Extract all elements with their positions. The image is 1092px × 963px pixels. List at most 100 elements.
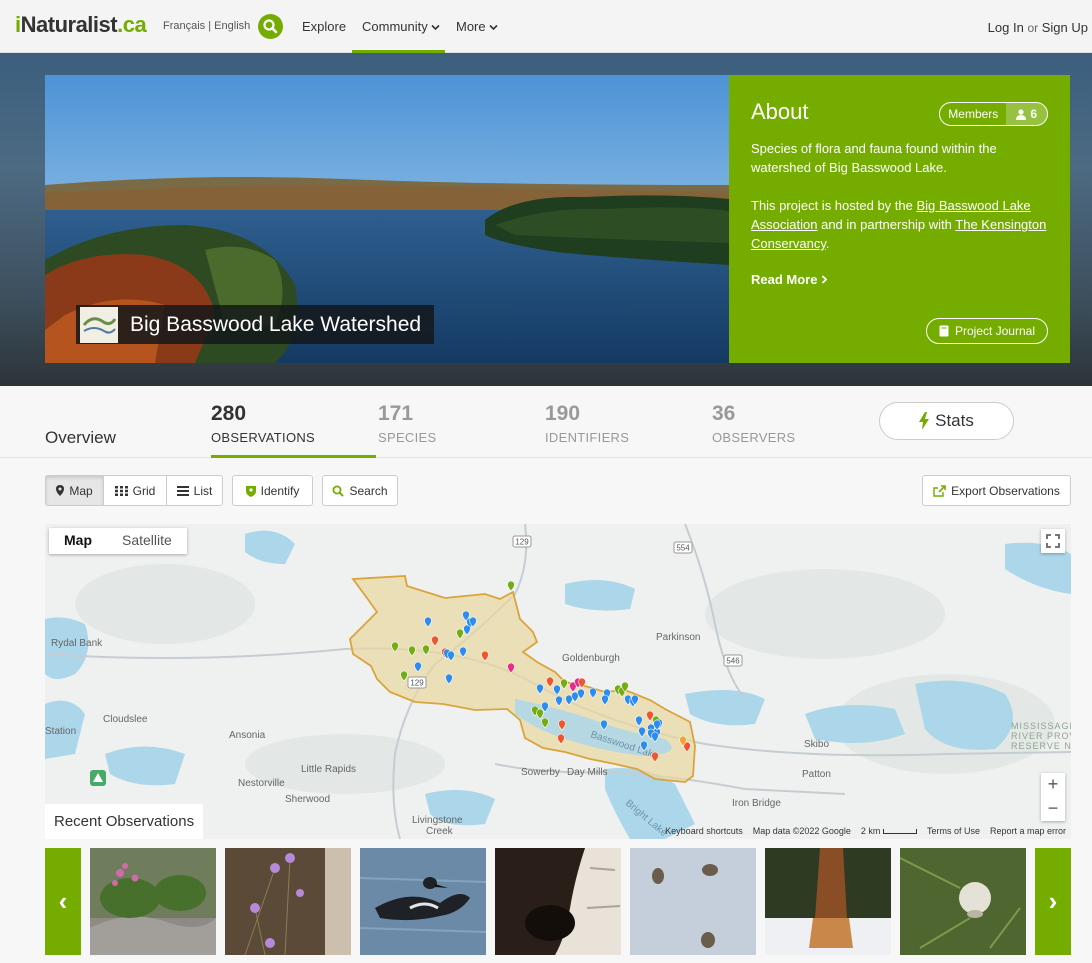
map-type-map[interactable]: Map	[49, 528, 107, 554]
signup-link[interactable]: Sign Up	[1042, 20, 1088, 35]
active-tab-indicator	[211, 455, 376, 458]
read-more-link[interactable]: Read More	[751, 272, 1048, 287]
provincial-park-icon	[90, 770, 106, 786]
tab-species[interactable]: 171 SPECIES	[378, 402, 436, 445]
observation-thumbnail[interactable]	[630, 848, 756, 955]
reserve-label-line3: RESERVE NO	[1011, 741, 1071, 751]
project-cover-image: Big Basswood Lake Watershed	[45, 75, 729, 363]
members-button[interactable]: Members 6	[939, 102, 1048, 126]
purple-flower-photo	[225, 848, 351, 955]
tab-identifiers[interactable]: 190 IDENTIFIERS	[545, 402, 629, 445]
identify-label: Identify	[260, 483, 300, 498]
export-observations-button[interactable]: Export Observations	[922, 475, 1071, 506]
map-attribution: Keyboard shortcuts Map data ©2022 Google…	[665, 826, 1066, 836]
keyboard-shortcuts-link[interactable]: Keyboard shortcuts	[665, 826, 743, 836]
nav-explore-link[interactable]: Explore	[302, 19, 346, 34]
map-canvas[interactable]: 129 554 546 129 Rydal Bank Station Cloud…	[45, 524, 1071, 839]
export-label: Export Observations	[951, 483, 1060, 498]
highway-554-label: 554	[676, 544, 690, 553]
auth-links: Log In or Sign Up	[988, 20, 1088, 35]
observers-count: 36	[712, 402, 736, 425]
reserve-label-line2: RIVER PROVINCIAL	[1011, 731, 1071, 741]
tab-overview[interactable]: Overview	[45, 428, 116, 448]
zoom-in-button[interactable]: +	[1041, 773, 1065, 797]
observation-thumbnail[interactable]	[225, 848, 351, 955]
place-nestorville: Nestorville	[238, 778, 285, 789]
place-day-mills: Day Mills	[567, 767, 608, 778]
observation-thumbnail[interactable]	[765, 848, 891, 955]
map-scale: 2 km	[861, 826, 917, 836]
species-label: SPECIES	[378, 430, 437, 445]
place-iron-bridge: Iron Bridge	[732, 798, 781, 809]
identifiers-count: 190	[545, 402, 581, 425]
chevron-right-icon	[821, 275, 828, 284]
species-count: 171	[378, 402, 414, 425]
observation-thumbnail[interactable]	[900, 848, 1026, 955]
map-type-satellite[interactable]: Satellite	[107, 528, 187, 554]
search-observations-button[interactable]: Search	[322, 475, 398, 506]
lang-french-link[interactable]: Français	[163, 20, 205, 32]
view-grid-button[interactable]: Grid	[103, 475, 167, 506]
nav-community-menu[interactable]: Community	[362, 19, 440, 34]
place-cloudslee: Cloudslee	[103, 714, 148, 725]
terms-of-use-link[interactable]: Terms of Use	[927, 826, 980, 836]
zoom-out-button[interactable]: −	[1041, 797, 1065, 821]
place-parkinson: Parkinson	[656, 632, 700, 643]
tab-observations[interactable]: 280 OBSERVATIONS	[211, 402, 315, 445]
or-text: or	[1027, 21, 1039, 35]
top-nav: iNaturalist.ca Français | English Explor…	[0, 0, 1092, 53]
place-patton: Patton	[802, 769, 831, 780]
fullscreen-icon	[1046, 534, 1060, 548]
fullscreen-button[interactable]	[1041, 529, 1065, 553]
tab-observers[interactable]: 36 OBSERVERS	[712, 402, 795, 445]
chevron-down-icon	[431, 24, 440, 31]
place-creek: Creek	[426, 826, 454, 837]
project-title: Big Basswood Lake Watershed	[130, 312, 422, 336]
carousel-prev-button[interactable]: ‹	[45, 848, 81, 955]
observers-label: OBSERVERS	[712, 430, 796, 445]
book-icon	[939, 325, 949, 337]
language-switcher: Français | English	[163, 20, 250, 32]
chevron-left-icon: ‹	[58, 886, 68, 916]
search-icon	[332, 485, 345, 497]
nav-more-menu[interactable]: More	[456, 19, 498, 34]
place-skibo: Skibo	[804, 739, 829, 750]
view-map-button[interactable]: Map	[45, 475, 104, 506]
place-sherwood: Sherwood	[285, 794, 330, 805]
stats-button[interactable]: Stats	[879, 402, 1014, 440]
map-data-credit: Map data ©2022 Google	[752, 826, 851, 836]
place-ansonia: Ansonia	[229, 730, 266, 741]
highway-129-label: 129	[515, 538, 529, 547]
place-sowerby: Sowerby	[521, 767, 560, 778]
report-map-error-link[interactable]: Report a map error	[990, 826, 1066, 836]
fireweed-photo	[90, 848, 216, 955]
observation-thumbnail[interactable]	[360, 848, 486, 955]
place-rydal-bank: Rydal Bank	[51, 638, 103, 649]
observation-thumbnail[interactable]	[90, 848, 216, 955]
members-label: Members	[948, 107, 999, 121]
members-count: 6	[1030, 107, 1037, 121]
project-hosting-info: This project is hosted by the Big Basswo…	[751, 196, 1048, 253]
recent-observations-heading: Recent Observations	[45, 804, 204, 839]
project-logo[interactable]	[80, 306, 118, 343]
carousel-next-button[interactable]: ›	[1035, 848, 1071, 955]
user-icon	[1016, 108, 1027, 120]
observations-count: 280	[211, 402, 247, 425]
login-link[interactable]: Log In	[988, 20, 1024, 35]
project-journal-button[interactable]: Project Journal	[925, 318, 1048, 344]
lang-english-link[interactable]: English	[214, 20, 250, 32]
search-icon	[263, 19, 278, 34]
view-list-label: List	[193, 483, 213, 498]
stats-label: Stats	[935, 411, 974, 430]
observations-map[interactable]: 129 554 546 129 Rydal Bank Station Cloud…	[45, 524, 1071, 839]
identify-button[interactable]: Identify	[232, 475, 313, 506]
coyotes-on-ice-photo	[630, 848, 756, 955]
view-grid-label: Grid	[132, 483, 156, 498]
grid-icon	[114, 485, 128, 496]
inaturalist-logo[interactable]: iNaturalist.ca	[15, 12, 147, 38]
observation-thumbnail[interactable]	[495, 848, 621, 955]
view-list-button[interactable]: List	[166, 475, 223, 506]
puffball-mushroom-photo	[900, 848, 1026, 955]
hosted-prefix: This project is hosted by the	[751, 198, 917, 213]
search-button[interactable]	[258, 14, 283, 39]
